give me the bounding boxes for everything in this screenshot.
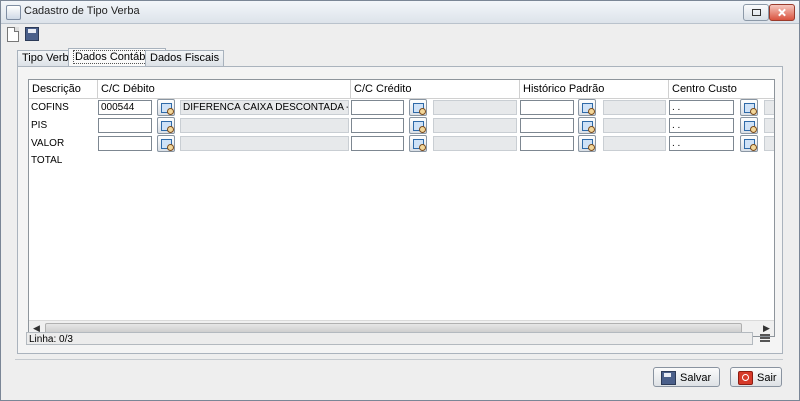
cc-credito-description (433, 136, 517, 151)
cc-credito-input[interactable] (351, 100, 404, 115)
column-cc-debito: C/C Débito (98, 80, 351, 98)
tab-label: Dados Fiscais (150, 52, 220, 64)
historico-description (603, 136, 666, 151)
lookup-icon[interactable] (157, 117, 175, 134)
exit-button[interactable]: Sair (730, 367, 782, 387)
table-row: PIS . . (29, 117, 774, 134)
tab-panel: Descrição C/C Débito C/C Crédito Históri… (17, 66, 783, 354)
column-centro-custo: Centro Custo (672, 83, 737, 95)
separator (15, 359, 783, 360)
lookup-icon[interactable] (157, 135, 175, 152)
cc-debito-description: DIFERENCA CAIXA DESCONTADA - DEB (180, 100, 349, 115)
column-descricao: Descrição (29, 80, 98, 98)
exit-icon (738, 371, 753, 385)
table-row: COFINS 000544 DIFERENCA CAIXA DESCONTADA… (29, 99, 774, 116)
tab-dados-fiscais[interactable]: Dados Fiscais (145, 50, 225, 66)
cc-debito-description (180, 118, 349, 133)
table-row: VALOR TOTAL . . (29, 135, 774, 166)
historico-description (603, 118, 666, 133)
cc-debito-input[interactable]: 000544 (98, 100, 152, 115)
historico-input[interactable] (520, 118, 574, 133)
cc-credito-input[interactable] (351, 136, 404, 151)
app-icon (6, 5, 21, 20)
list-menu-icon[interactable] (760, 334, 770, 343)
tab-label: Tipo Verba (22, 52, 75, 64)
lookup-icon[interactable] (157, 99, 175, 116)
window-title: Cadastro de Tipo Verba (24, 5, 140, 17)
lookup-icon[interactable] (578, 117, 596, 134)
historico-input[interactable] (520, 100, 574, 115)
centro-custo-input[interactable]: . . (669, 100, 734, 115)
lookup-icon[interactable] (578, 99, 596, 116)
grid-header: Descrição C/C Débito C/C Crédito Históri… (29, 80, 774, 99)
lookup-icon[interactable] (740, 135, 758, 152)
lookup-icon[interactable] (740, 117, 758, 134)
cc-credito-input[interactable] (351, 118, 404, 133)
centro-custo-description (764, 118, 774, 133)
lookup-icon[interactable] (409, 135, 427, 152)
lookup-icon[interactable] (409, 117, 427, 134)
column-historico-padrao: Histórico Padrão (520, 80, 669, 98)
save-button-label: Salvar (680, 372, 712, 384)
centro-custo-description (764, 100, 774, 115)
centro-custo-description (764, 136, 774, 151)
title-bar: Cadastro de Tipo Verba (1, 1, 799, 24)
row-status: Linha: 0/3 (26, 332, 753, 345)
save-icon[interactable] (25, 27, 39, 41)
window: Cadastro de Tipo Verba Tipo Verba Dados … (0, 0, 800, 401)
cc-debito-input[interactable] (98, 118, 152, 133)
lookup-icon[interactable] (578, 135, 596, 152)
new-document-icon[interactable] (7, 27, 19, 42)
exit-button-label: Sair (757, 372, 777, 384)
save-icon (661, 371, 676, 385)
lookup-icon[interactable] (409, 99, 427, 116)
historico-input[interactable] (520, 136, 574, 151)
close-button[interactable] (769, 4, 795, 21)
historico-description (603, 100, 666, 115)
restore-button[interactable] (743, 4, 769, 21)
cc-credito-description (433, 118, 517, 133)
row-descricao: VALOR TOTAL (31, 138, 65, 166)
centro-custo-input[interactable]: . . (669, 118, 734, 133)
lookup-icon[interactable] (740, 99, 758, 116)
column-cc-credito: C/C Crédito (351, 80, 520, 98)
row-descricao: COFINS (31, 102, 69, 113)
cc-debito-input[interactable] (98, 136, 152, 151)
row-descricao: PIS (31, 120, 48, 131)
accounting-grid: Descrição C/C Débito C/C Crédito Históri… (28, 79, 775, 337)
cc-credito-description (433, 100, 517, 115)
cc-debito-description (180, 136, 349, 151)
save-button[interactable]: Salvar (653, 367, 720, 387)
centro-custo-input[interactable]: . . (669, 136, 734, 151)
